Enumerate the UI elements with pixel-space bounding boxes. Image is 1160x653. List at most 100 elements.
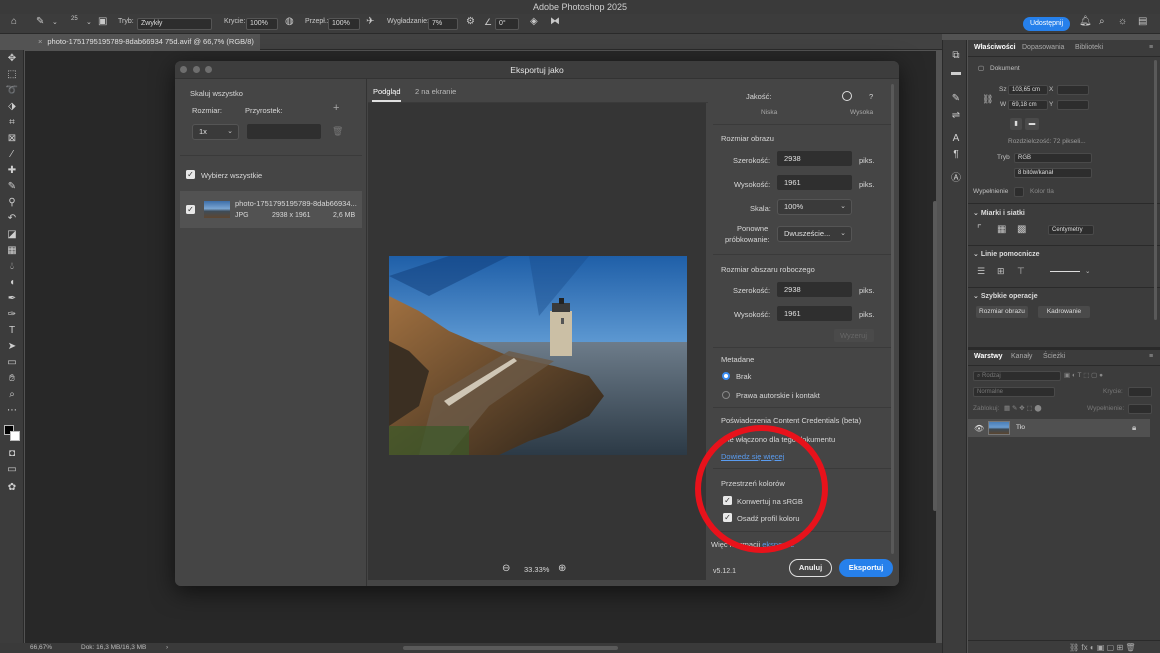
grid-icon[interactable]: ▦ [997,224,1006,235]
angle-input[interactable]: 0° [495,18,519,30]
brush-settings-icon[interactable]: ▣ [98,16,107,27]
link-icon[interactable]: ⛓ [982,94,993,105]
orientation-landscape-icon[interactable]: ▬ [1025,118,1039,130]
window-minimize-button[interactable] [193,66,200,73]
bit-depth-select[interactable]: 8 bitów/kanał [1014,168,1092,178]
quality-slider-knob[interactable] [842,91,852,101]
cancel-button[interactable]: Anuluj [789,559,832,577]
reset-canvas-button[interactable]: Wyzeruj [834,329,874,342]
chevron-down-icon[interactable]: ⌄ [1085,267,1090,275]
preview-area[interactable]: ⊖ 33.33% ⊕ [368,103,706,580]
guide-layout-icon[interactable]: ⊤ [1017,266,1025,277]
window-zoom-button[interactable] [205,66,212,73]
crop-button[interactable]: Kadrowanie [1038,306,1090,318]
add-scale-icon[interactable]: + [333,102,339,114]
frame-tool-icon[interactable]: ⊠ [5,133,19,145]
settings-scrollbar[interactable] [891,84,894,554]
trash-icon[interactable]: 🗑︎ [332,126,343,137]
layer-filter-icons[interactable]: ▣ ◐ T ⬚ ▢ ● [1064,371,1103,379]
align-icon[interactable]: ☰ [977,266,985,277]
path-selection-icon[interactable]: ➤ [5,341,19,353]
height-field[interactable]: 69,18 cm [1008,100,1048,110]
airbrush-icon[interactable]: ✈ [366,16,374,27]
comments-icon[interactable]: ▬ [949,67,963,79]
file-checkbox[interactable]: ✓ [186,205,195,214]
chevron-down-icon[interactable]: ⌄ [52,18,58,26]
panel-menu-icon[interactable]: ≡ [1149,44,1153,51]
tab-channels[interactable]: Kanały [1011,353,1032,360]
window-close-button[interactable] [180,66,187,73]
character-panel-icon[interactable]: A [949,133,963,145]
metadata-copyright-radio[interactable] [722,391,730,399]
flow-input[interactable]: 100% [328,18,360,30]
symmetry-icon[interactable]: ⧓ [550,16,560,27]
brush-tool-icon[interactable]: ✎ [36,16,44,27]
share-button[interactable]: Udostępnij [1023,17,1070,31]
ruler-icon[interactable]: ⌜ [977,224,982,235]
zoom-readout[interactable]: 66,67% [30,643,52,653]
pressure-opacity-icon[interactable]: ◍ [285,16,294,27]
lock-icon[interactable]: 🔒︎ [1132,423,1136,433]
workspace-icon[interactable]: ▤ [1138,16,1147,27]
document-tab[interactable]: × photo-1751795195789-8dab66934 75d.avif … [28,34,260,50]
canvas-height-input[interactable]: 1961 [777,306,852,321]
chevron-down-icon[interactable]: ⌄ [86,18,92,26]
history-panel-icon[interactable]: ⧉ [949,50,963,62]
gradient-icon[interactable]: ▦ [5,245,19,257]
crop-tool-icon[interactable]: ⌗ [5,117,19,129]
smoothing-input[interactable]: 7% [428,18,458,30]
marquee-tool-icon[interactable]: ⬚ [5,69,19,81]
close-icon[interactable]: × [38,37,42,46]
fill-swatch[interactable] [1014,187,1024,197]
distribute-icon[interactable]: ⊞ [997,266,1005,277]
select-all-checkbox[interactable]: ✓ [186,170,195,179]
layer-actions-icons[interactable]: ⛓ fx ◐ ▣ ▢ ⊞ 🗑︎ [1069,643,1136,652]
brush-settings-icon[interactable]: ✎ [949,93,963,105]
quick-mask-icon[interactable]: ◘ [5,448,19,460]
width-field[interactable]: 103,65 cm [1008,85,1048,95]
layer-filter-search[interactable]: ⌕ Rodzaj [973,371,1061,381]
guide-line-style[interactable] [1050,271,1080,272]
quick-actions-header[interactable]: ⌄ Szybkie operacje [973,292,1038,300]
tab-layers[interactable]: Warstwy [974,353,1003,360]
bell-icon[interactable]: 🔔︎ [1079,16,1092,27]
blend-mode-select[interactable]: Normalne [973,387,1055,397]
panel-menu-icon[interactable]: ≡ [1149,353,1153,360]
export-button[interactable]: Eksportuj [839,559,893,577]
adjustments-icon[interactable]: ⇌ [949,110,963,122]
y-field[interactable] [1057,100,1089,110]
resample-select[interactable]: Dwuszeście... ⌄ [777,226,852,242]
eyedropper-icon[interactable]: ⁄ [5,149,19,161]
history-brush-icon[interactable]: ↶ [5,213,19,225]
layer-fill-field[interactable] [1128,404,1152,414]
export-file-row[interactable]: ✓ photo-1751795195789-8dab66934... JPG 2… [180,191,362,228]
object-selection-icon[interactable]: ⬗ [5,101,19,113]
tab-preview[interactable]: Podgląd [373,87,401,96]
healing-brush-icon[interactable]: ✚ [5,165,19,177]
shape-tool-icon[interactable]: ▭ [5,357,19,369]
tab-2-up[interactable]: 2 na ekranie [415,87,456,96]
dodge-icon[interactable]: ◖ [5,277,19,289]
pen-tool-icon[interactable]: ✑ [5,309,19,321]
mode-select[interactable]: RGB [1014,153,1092,163]
canvas-width-input[interactable]: 2938 [777,282,852,297]
gear-icon[interactable]: ⚙ [466,16,475,27]
type-tool-icon[interactable]: T [5,325,19,337]
mode-select[interactable]: Zwykły [137,18,212,30]
opacity-input[interactable]: 100% [246,18,278,30]
tab-paths[interactable]: Ścieżki [1043,353,1065,360]
x-field[interactable] [1057,85,1089,95]
home-icon[interactable]: ⌂ [11,16,17,27]
layer-row[interactable]: 👁︎ Tło 🔒︎ [968,419,1150,437]
properties-scrollbar[interactable] [1154,60,1157,320]
image-size-button[interactable]: Rozmiar obrazu [976,306,1028,318]
rulers-grids-header[interactable]: ⌄ Miarki i siatki [973,209,1025,217]
glyphs-panel-icon[interactable]: Ⓐ [949,173,963,185]
scale-size-select[interactable]: 1x ⌄ [192,124,239,140]
clone-stamp-icon[interactable]: ⚲ [5,197,19,209]
hand-tool-icon[interactable]: ✋︎ [5,373,19,385]
guides-icon[interactable]: ▩ [1017,224,1026,235]
canvas-scrollbar[interactable] [933,201,937,511]
suffix-input[interactable] [247,124,321,139]
horizontal-scrollbar[interactable] [403,646,618,650]
